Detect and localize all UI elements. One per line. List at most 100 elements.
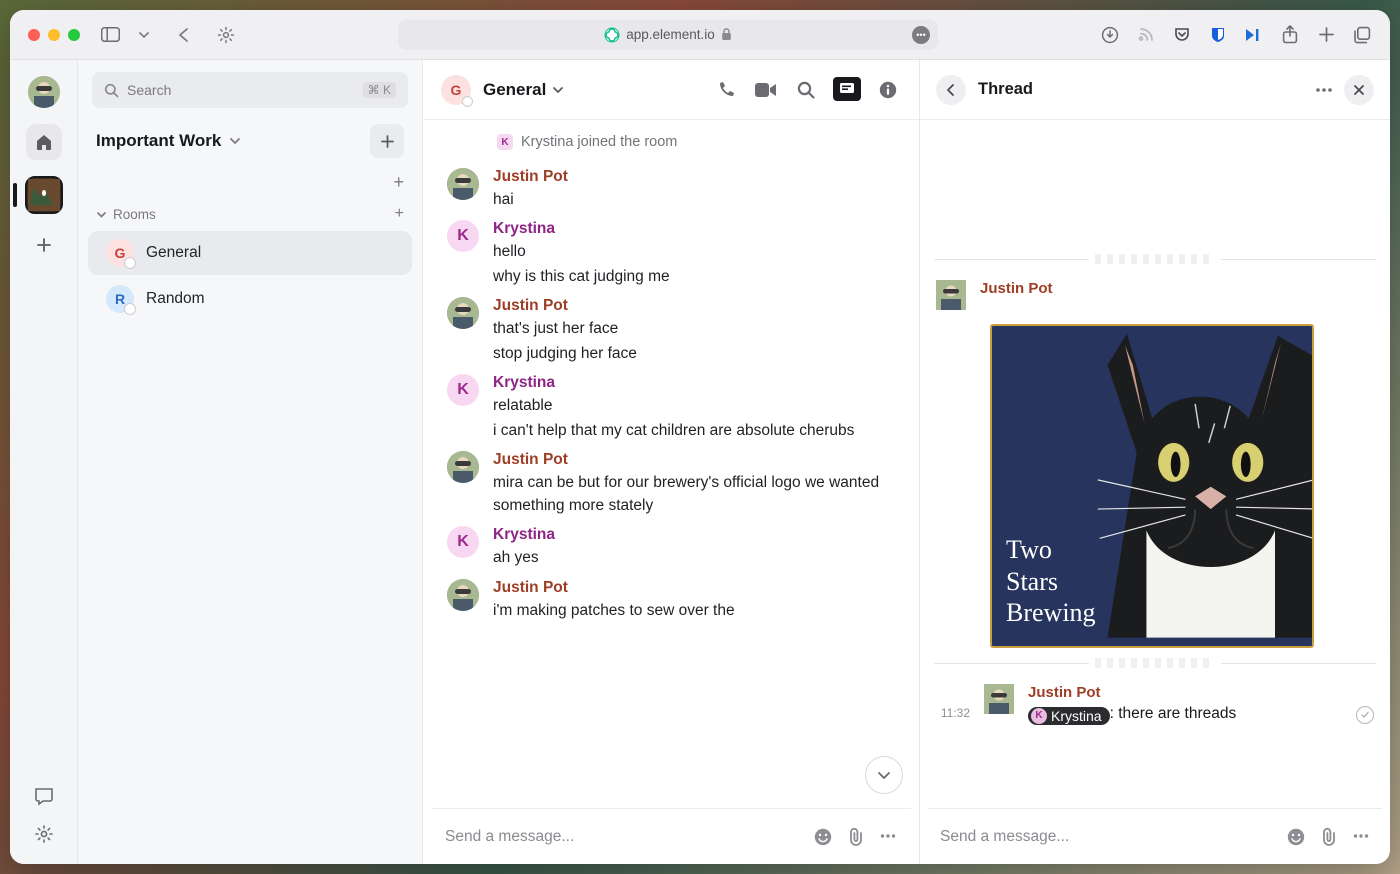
- message-text: relatable: [493, 394, 895, 418]
- message: Justin Pot that's just her facestop judg…: [437, 293, 905, 370]
- tabs-icon[interactable]: [1352, 25, 1372, 45]
- reply-author-avatar[interactable]: [984, 684, 1014, 714]
- room-name-button[interactable]: General: [483, 80, 564, 100]
- message: K Krystina ah yes: [437, 522, 905, 574]
- system-message: K Krystina joined the room: [437, 128, 905, 160]
- space-selected[interactable]: [25, 176, 63, 214]
- thread-image[interactable]: Two Stars Brewing: [990, 324, 1314, 648]
- spaces-bar: [10, 60, 78, 864]
- thread-close-button[interactable]: [1344, 75, 1374, 105]
- video-call-icon[interactable]: [753, 77, 779, 103]
- attachment-icon[interactable]: [1320, 827, 1338, 847]
- add-sublist-icon[interactable]: +: [393, 172, 404, 193]
- room-list-panel: Search ⌘ K Important Work + Rooms + G Ge…: [78, 60, 423, 864]
- message-avatar[interactable]: K: [447, 220, 479, 252]
- thread-back-button[interactable]: [936, 75, 966, 105]
- more-options-icon[interactable]: [1352, 827, 1370, 847]
- new-tab-icon[interactable]: [1316, 25, 1336, 45]
- thread-composer: [928, 808, 1382, 864]
- voice-call-icon[interactable]: [713, 77, 739, 103]
- room-header: G General: [423, 60, 919, 120]
- space-menu-chevron-icon[interactable]: [229, 135, 241, 147]
- message-avatar[interactable]: [447, 451, 479, 483]
- pocket-icon[interactable]: [1172, 25, 1192, 45]
- space-name[interactable]: Important Work: [96, 131, 221, 151]
- message-author[interactable]: Justin Pot: [493, 451, 895, 469]
- chevron-down-icon: [96, 209, 107, 220]
- bitwarden-icon[interactable]: [1208, 25, 1228, 45]
- add-room-icon[interactable]: +: [395, 205, 404, 223]
- message: Justin Pot i'm making patches to sew ove…: [437, 575, 905, 627]
- message-author[interactable]: Justin Pot: [493, 579, 895, 597]
- reply-time: 11:32: [936, 684, 970, 720]
- room-header-avatar[interactable]: G: [441, 75, 471, 105]
- search-icon: [104, 83, 119, 98]
- reader-mode-icon[interactable]: •••: [912, 26, 930, 44]
- message-author[interactable]: Krystina: [493, 374, 895, 392]
- jump-to-latest-button[interactable]: [865, 756, 903, 794]
- message-avatar[interactable]: K: [447, 526, 479, 558]
- share-icon[interactable]: [1280, 25, 1300, 45]
- thread-composer-input[interactable]: [940, 828, 1274, 846]
- room-avatar: R: [106, 285, 134, 313]
- attachment-icon[interactable]: [847, 827, 865, 847]
- message-author[interactable]: Justin Pot: [493, 168, 895, 186]
- rooms-section-header[interactable]: Rooms +: [78, 199, 422, 229]
- message-avatar[interactable]: [447, 168, 479, 200]
- thread-divider: [934, 656, 1376, 670]
- settings-gear-icon[interactable]: [216, 25, 236, 45]
- reply-author: Justin Pot: [1028, 684, 1342, 701]
- room-item[interactable]: R Random: [88, 277, 412, 321]
- space-home[interactable]: [26, 124, 62, 160]
- space-add-button[interactable]: [370, 124, 404, 158]
- sidebar-toggle-icon[interactable]: [100, 25, 120, 45]
- image-caption: Two Stars Brewing: [1006, 534, 1096, 628]
- message-text: why is this cat judging me: [493, 265, 895, 289]
- thread-title: Thread: [978, 80, 1033, 99]
- chevron-down-icon: [552, 84, 564, 96]
- thread-body[interactable]: Justin Pot: [920, 120, 1390, 808]
- emoji-icon[interactable]: [813, 827, 833, 847]
- site-favicon-icon: [604, 27, 620, 43]
- rss-icon[interactable]: [1136, 25, 1156, 45]
- reply-text: K Krystina : there are threads: [1028, 705, 1342, 725]
- sidebar-dropdown-icon[interactable]: [134, 25, 154, 45]
- downloads-icon[interactable]: [1100, 25, 1120, 45]
- message-avatar[interactable]: K: [447, 374, 479, 406]
- address-bar[interactable]: app.element.io •••: [398, 20, 938, 50]
- window-zoom[interactable]: [68, 29, 80, 41]
- message-text: i can't help that my cat children are ab…: [493, 419, 895, 443]
- room-name: General: [146, 244, 201, 262]
- room-item[interactable]: G General: [88, 231, 412, 275]
- window-close[interactable]: [28, 29, 40, 41]
- user-avatar[interactable]: [28, 76, 60, 108]
- room-avatar: G: [106, 239, 134, 267]
- thread-reply: 11:32 Justin Pot K Krystina : there are …: [934, 678, 1376, 727]
- lock-icon: [721, 28, 732, 41]
- message-avatar[interactable]: [447, 297, 479, 329]
- message-author[interactable]: Krystina: [493, 220, 895, 238]
- thread-more-icon[interactable]: [1314, 80, 1334, 100]
- back-icon[interactable]: [174, 25, 194, 45]
- message-text: stop judging her face: [493, 342, 895, 366]
- more-options-icon[interactable]: [879, 827, 897, 847]
- threads-sidebar-icon[interactable]: [34, 786, 54, 806]
- settings-sidebar-icon[interactable]: [34, 824, 54, 844]
- window-minimize[interactable]: [48, 29, 60, 41]
- play-icon[interactable]: [1244, 25, 1264, 45]
- public-room-icon: [124, 303, 136, 315]
- room-search-icon[interactable]: [793, 77, 819, 103]
- message-author[interactable]: Krystina: [493, 526, 895, 544]
- mention-pill[interactable]: K Krystina: [1028, 707, 1110, 725]
- message: Justin Pot mira can be but for our brewe…: [437, 447, 905, 522]
- message-avatar[interactable]: [447, 579, 479, 611]
- message-list[interactable]: K Krystina joined the room Justin Pot ha…: [423, 120, 919, 808]
- search-input[interactable]: Search ⌘ K: [92, 72, 408, 108]
- emoji-icon[interactable]: [1286, 827, 1306, 847]
- message-author[interactable]: Justin Pot: [493, 297, 895, 315]
- space-add-button[interactable]: [29, 230, 59, 260]
- composer-input[interactable]: [445, 828, 801, 846]
- thread-author-avatar[interactable]: [936, 280, 966, 310]
- room-info-icon[interactable]: [875, 77, 901, 103]
- threads-icon[interactable]: [833, 77, 861, 101]
